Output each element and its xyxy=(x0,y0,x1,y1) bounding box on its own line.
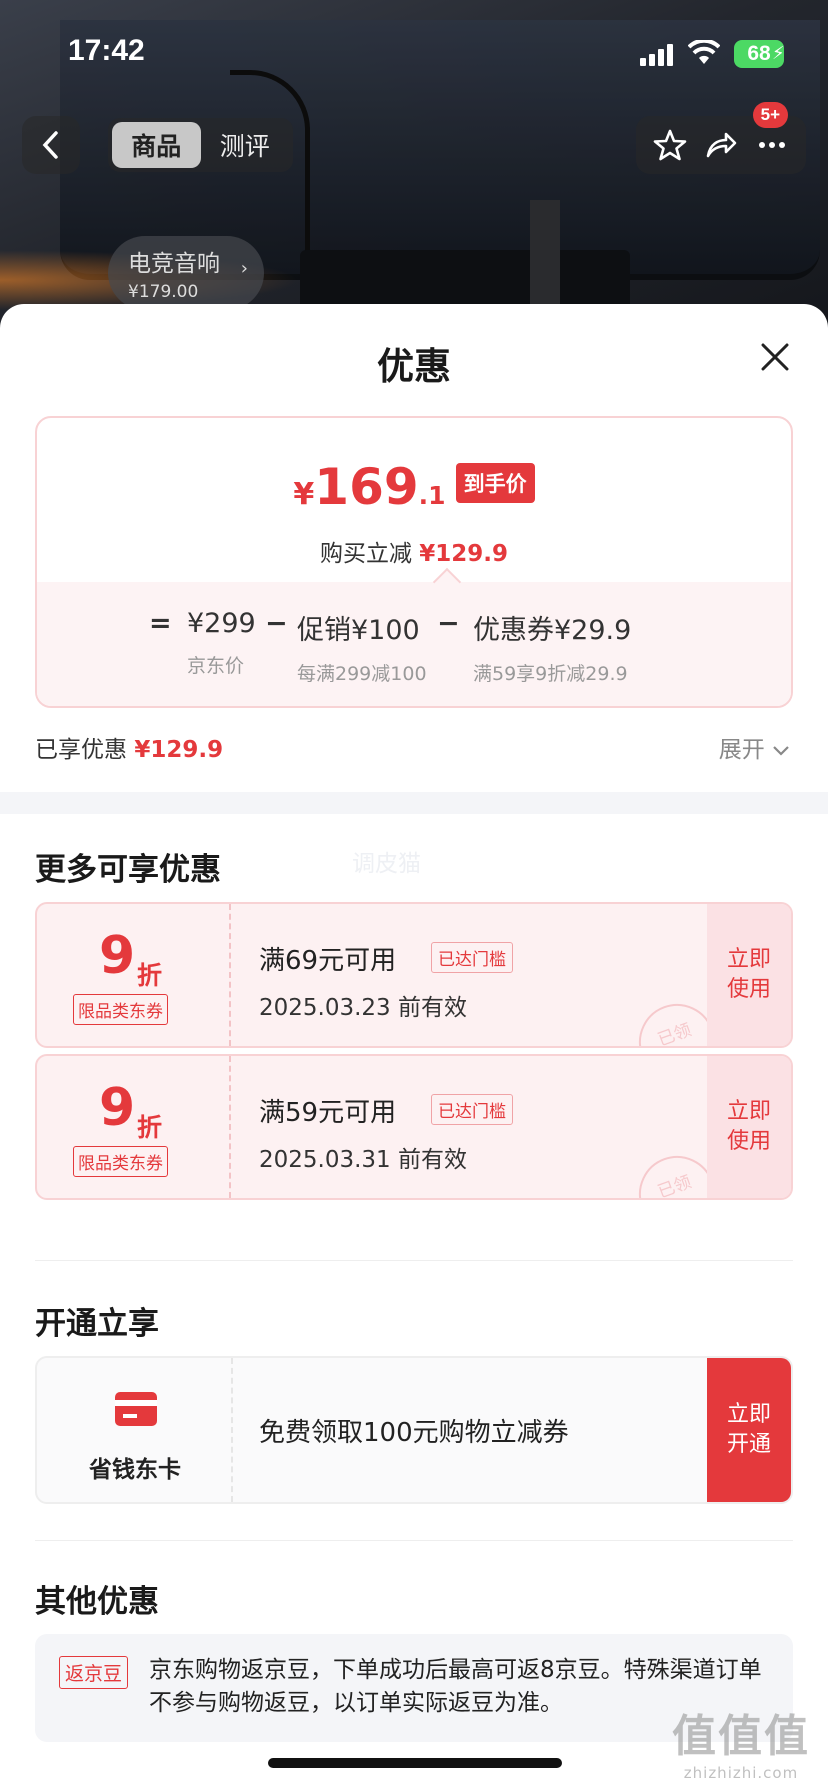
coupon-discount-unit: 折 xyxy=(137,961,163,990)
more-icon[interactable] xyxy=(755,128,789,162)
star-icon[interactable] xyxy=(653,128,687,162)
coupon-kind: 限品类东券 xyxy=(73,1146,168,1177)
site-watermark: 值值值 zhizhizhi.com xyxy=(666,1700,816,1782)
promo-discount: 促销¥100 每满299减100 xyxy=(297,608,427,686)
use-now-button[interactable]: 立即 使用 xyxy=(707,1056,791,1198)
coupon-validity: 2025.03.23 前有效 xyxy=(259,995,467,1021)
final-price: ¥ 169 .1 到手价 xyxy=(37,458,791,516)
instant-off: 购买立减 ¥129.9 xyxy=(37,534,791,568)
threshold-badge: 已达门槛 xyxy=(431,1094,513,1125)
coupon-left: 9 折 限品类东券 xyxy=(37,904,231,1046)
enjoyed-value: ¥129.9 xyxy=(134,737,224,763)
open-now-button[interactable]: 立即 开通 xyxy=(707,1358,791,1502)
wifi-icon xyxy=(688,40,720,64)
membership-name: 省钱东卡 xyxy=(89,1457,181,1483)
jd-price-value: ¥299 xyxy=(187,608,256,639)
expand-label: 展开 xyxy=(718,737,765,763)
coupon-discount-unit: 折 xyxy=(137,1113,163,1142)
coupon-discount-number: 9 xyxy=(99,1078,136,1138)
divider xyxy=(35,1260,793,1261)
final-price-tag: 到手价 xyxy=(455,463,535,503)
chevron-right-icon: › xyxy=(240,258,248,279)
section-divider xyxy=(0,792,828,814)
price-breakdown-card: ¥ 169 .1 到手价 购买立减 ¥129.9 = ¥299 京东价 − 促销… xyxy=(35,416,793,708)
final-price-dec: .1 xyxy=(418,481,446,510)
discount-sheet: 优惠 ¥ 169 .1 到手价 购买立减 ¥129.9 = ¥299 京东价 − xyxy=(0,304,828,1792)
notification-badge: 5+ xyxy=(752,102,788,128)
top-nav: 商品 测评 5+ xyxy=(0,102,828,176)
open-offers-title: 开通立享 xyxy=(35,1306,159,1342)
minus-sign-2: − xyxy=(437,608,460,639)
coupon-discount: 优惠券¥29.9 满59享9折减29.9 xyxy=(473,608,631,686)
coupon-value: 优惠券¥29.9 xyxy=(473,615,632,646)
chevron-down-icon xyxy=(773,746,789,756)
tab-review[interactable]: 测评 xyxy=(201,122,290,168)
use-now-button[interactable]: 立即 使用 xyxy=(707,904,791,1046)
promo-value: 促销¥100 xyxy=(297,615,420,646)
sheet-title: 优惠 xyxy=(377,345,451,388)
jd-price-label: 京东价 xyxy=(187,655,245,677)
promo-note: 每满299减100 xyxy=(297,663,427,685)
chip-price: ¥179.00 xyxy=(128,282,199,302)
close-icon[interactable] xyxy=(760,342,790,372)
jd-bean-tag: 返京豆 xyxy=(59,1656,129,1689)
coupon-card: 9 折 限品类东券 满59元可用 已达门槛 2025.03.31 前有效 已领 … xyxy=(35,1054,793,1200)
coupon-condition: 满59元可用 xyxy=(259,1098,397,1128)
expand-toggle[interactable]: 展开 xyxy=(719,730,790,764)
coupon-card: 9 折 限品类东券 满69元可用 已达门槛 2025.03.23 前有效 已领 … xyxy=(35,902,793,1048)
status-time: 17:42 xyxy=(68,34,145,67)
membership-desc: 免费领取100元购物立减券 xyxy=(259,1418,569,1448)
coupon-condition: 满69元可用 xyxy=(259,946,397,976)
instant-off-label: 购买立减 xyxy=(319,541,412,567)
enjoyed-label: 已享优惠 xyxy=(35,737,127,763)
coupon-note: 满59享9折减29.9 xyxy=(473,663,628,685)
equals-sign: = xyxy=(149,608,172,639)
coupon-kind: 限品类东券 xyxy=(73,994,168,1025)
tab-switcher: 商品 测评 xyxy=(108,118,293,172)
chevron-left-icon xyxy=(42,131,58,159)
coupon-validity: 2025.03.31 前有效 xyxy=(259,1147,467,1173)
status-bar: 17:42 68 ⚡ xyxy=(0,30,828,80)
final-price-int: 169 xyxy=(314,458,419,516)
tab-product[interactable]: 商品 xyxy=(112,122,201,168)
stand-graphic xyxy=(530,200,560,310)
threshold-badge: 已达门槛 xyxy=(431,942,513,973)
other-offers-title: 其他优惠 xyxy=(35,1584,159,1620)
watermark-url: zhizhizhi.com xyxy=(683,1764,799,1782)
back-button[interactable] xyxy=(22,116,80,174)
minus-sign: − xyxy=(265,608,288,639)
enjoyed-discount: 已享优惠 ¥129.9 xyxy=(35,730,223,764)
divider xyxy=(35,1540,793,1541)
credit-card-icon xyxy=(115,1392,157,1426)
action-group: 5+ xyxy=(636,102,806,174)
home-indicator[interactable] xyxy=(268,1758,562,1768)
product-chip[interactable]: 电竞音响 ¥179.00 › xyxy=(108,236,264,310)
more-offers-title: 更多可享优惠 xyxy=(35,852,221,888)
membership-left: 省钱东卡 xyxy=(37,1358,233,1502)
coupon-discount-number: 9 xyxy=(99,926,136,986)
speaker-graphic xyxy=(300,250,630,310)
instant-off-value: ¥129.9 xyxy=(419,541,509,567)
coupon-left: 9 折 限品类东券 xyxy=(37,1056,231,1198)
jd-price: ¥299 京东价 xyxy=(187,608,256,678)
membership-card: 省钱东卡 免费领取100元购物立减券 立即 开通 xyxy=(35,1356,793,1504)
watermark-logo: 值值值 xyxy=(672,1711,810,1762)
signal-icon xyxy=(640,44,676,66)
share-icon[interactable] xyxy=(704,128,738,162)
price-formula: = ¥299 京东价 − 促销¥100 每满299减100 − 优惠券¥29.9… xyxy=(37,582,791,706)
charging-icon: ⚡ xyxy=(772,43,785,64)
watermark-text: 调皮猫 xyxy=(352,851,421,877)
currency-symbol: ¥ xyxy=(293,477,315,512)
